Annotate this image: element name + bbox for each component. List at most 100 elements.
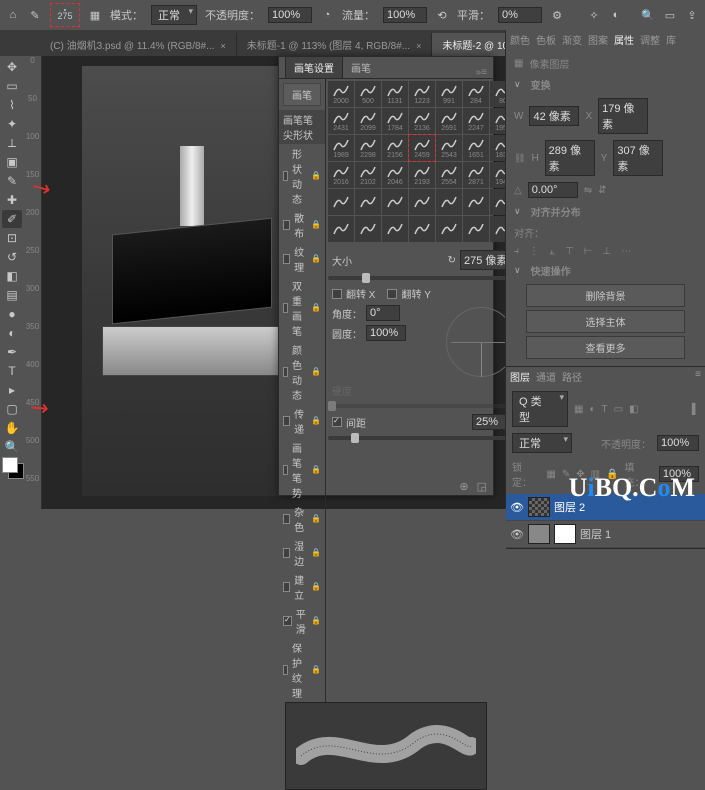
lock-icon[interactable]: 🔒 bbox=[311, 616, 321, 626]
share-icon[interactable]: ⇪ bbox=[685, 8, 699, 22]
doc-tab-0[interactable]: (C) 油烟机3.psd @ 11.4% (RGB/8#...× bbox=[40, 33, 237, 56]
brush-thumb[interactable]: 2871 bbox=[463, 162, 489, 188]
filter-toggle[interactable]: ▌ bbox=[692, 404, 699, 415]
align-left-icon[interactable]: ⫞ bbox=[514, 246, 519, 257]
lock-icon[interactable]: 🔒 bbox=[311, 665, 321, 675]
option-checkbox[interactable] bbox=[283, 616, 292, 626]
lock-icon[interactable]: 🔒 bbox=[311, 303, 321, 313]
brush-tip-btn[interactable]: 画笔 bbox=[283, 83, 321, 106]
brush-thumb[interactable] bbox=[463, 189, 489, 215]
type-tool[interactable]: T bbox=[2, 362, 22, 380]
spacing-checkbox[interactable] bbox=[332, 417, 342, 427]
brush-option-row[interactable]: 建立🔒 bbox=[279, 570, 325, 604]
brush-tip-shape[interactable]: 画笔笔尖形状 bbox=[279, 110, 325, 144]
brush-thumb[interactable]: 1784 bbox=[382, 108, 408, 134]
brush-option-row[interactable]: 纹理🔒 bbox=[279, 242, 325, 276]
prop-tab[interactable]: 颜色 bbox=[510, 32, 530, 47]
brush-thumb[interactable]: 2459 bbox=[409, 135, 435, 161]
y-input[interactable]: 307 像素 bbox=[613, 140, 663, 176]
visibility-icon[interactable]: 👁 bbox=[510, 528, 524, 541]
brush-thumb[interactable] bbox=[436, 216, 462, 242]
flow-input[interactable]: 100% bbox=[383, 7, 427, 23]
brush-thumb[interactable]: 2136 bbox=[409, 108, 435, 134]
lock-icon[interactable]: 🔒 bbox=[311, 254, 321, 264]
brush-thumb[interactable]: 2298 bbox=[355, 135, 381, 161]
angle-input[interactable]: 0° bbox=[366, 305, 400, 321]
brush-option-row[interactable]: 杂色🔒 bbox=[279, 502, 325, 536]
tab-paths[interactable]: 路径 bbox=[562, 369, 582, 384]
layer-mask-thumb[interactable] bbox=[554, 524, 576, 544]
option-checkbox[interactable] bbox=[283, 303, 288, 313]
brush-option-row[interactable]: 湿边🔒 bbox=[279, 536, 325, 570]
option-checkbox[interactable] bbox=[283, 665, 288, 675]
option-checkbox[interactable] bbox=[283, 367, 288, 377]
brush-thumb[interactable] bbox=[355, 189, 381, 215]
eraser-tool[interactable]: ◧ bbox=[2, 267, 22, 285]
tab-brushes[interactable]: 画笔 bbox=[343, 57, 379, 78]
panel-menu-icon[interactable]: ≡ bbox=[695, 369, 701, 384]
layer-thumb[interactable] bbox=[528, 497, 550, 517]
brush-thumb[interactable]: 1989 bbox=[328, 135, 354, 161]
brush-thumb[interactable]: 2046 bbox=[382, 162, 408, 188]
lock-icon[interactable]: 🔒 bbox=[311, 367, 321, 377]
prop-tab[interactable]: 库 bbox=[666, 32, 676, 47]
filter-type-icon[interactable]: T bbox=[602, 404, 608, 415]
collapse-icon[interactable]: ∨ bbox=[514, 265, 521, 276]
layer-thumb[interactable] bbox=[528, 524, 550, 544]
size-slider[interactable] bbox=[328, 276, 516, 280]
brush-thumb[interactable]: 991 bbox=[436, 81, 462, 107]
align-hcenter-icon[interactable]: ⋮ bbox=[529, 246, 539, 257]
brush-thumb[interactable]: 2102 bbox=[355, 162, 381, 188]
select-subject-button[interactable]: 选择主体 bbox=[526, 310, 685, 333]
eyedropper-tool[interactable]: ✎ bbox=[2, 172, 22, 190]
flipx-checkbox[interactable] bbox=[332, 289, 342, 299]
brush-thumb[interactable] bbox=[382, 189, 408, 215]
lock-icon[interactable]: 🔒 bbox=[311, 171, 321, 181]
brush-thumb[interactable]: 284 bbox=[463, 81, 489, 107]
lasso-tool[interactable]: ⌇ bbox=[2, 96, 22, 114]
flip-v-icon[interactable]: ⇵ bbox=[598, 185, 606, 196]
brush-thumb[interactable]: 2247 bbox=[463, 108, 489, 134]
workspace-icon[interactable]: ▭ bbox=[663, 8, 677, 22]
brush-tool[interactable]: ✐ bbox=[2, 210, 22, 228]
opacity-input[interactable]: 100% bbox=[268, 7, 312, 23]
history-brush-tool[interactable]: ↺ bbox=[2, 248, 22, 266]
remove-bg-button[interactable]: 删除背景 bbox=[526, 284, 685, 307]
layer-opacity-input[interactable]: 100% bbox=[657, 435, 699, 451]
collapse-icon[interactable]: ∨ bbox=[514, 206, 521, 217]
brush-thumb[interactable]: 2431 bbox=[328, 108, 354, 134]
pen-tool[interactable]: ✒ bbox=[2, 343, 22, 361]
prop-tab[interactable]: 渐变 bbox=[562, 32, 582, 47]
collapse-icon[interactable]: ∨ bbox=[514, 79, 521, 90]
brush-thumb[interactable]: 1223 bbox=[409, 81, 435, 107]
prop-tab[interactable]: 色板 bbox=[536, 32, 556, 47]
link-icon[interactable]: ⛓ bbox=[514, 153, 525, 164]
layer-blend-dropdown[interactable]: 正常 bbox=[512, 433, 572, 453]
filter-smart-icon[interactable]: ◧ bbox=[629, 404, 638, 415]
brush-option-row[interactable]: 散布🔒 bbox=[279, 208, 325, 242]
gradient-tool[interactable]: ▤ bbox=[2, 286, 22, 304]
tab-layers[interactable]: 图层 bbox=[510, 369, 530, 384]
brush-thumb[interactable] bbox=[409, 189, 435, 215]
blur-tool[interactable]: ● bbox=[2, 305, 22, 323]
brush-thumb[interactable] bbox=[382, 216, 408, 242]
filter-pixel-icon[interactable]: ▦ bbox=[574, 404, 583, 415]
brush-option-row[interactable]: 颜色动态🔒 bbox=[279, 340, 325, 404]
layer-filter-dropdown[interactable]: Q 类型 bbox=[512, 391, 568, 427]
smoothing-gear-icon[interactable]: ⚙ bbox=[550, 8, 564, 22]
brush-option-row[interactable]: 双重画笔🔒 bbox=[279, 276, 325, 340]
frame-tool[interactable]: ▣ bbox=[2, 153, 22, 171]
view-more-button[interactable]: 查看更多 bbox=[526, 336, 685, 359]
brush-option-row[interactable]: 传递🔒 bbox=[279, 404, 325, 438]
brush-thumb[interactable] bbox=[355, 216, 381, 242]
pressure-size-icon[interactable]: ◐ bbox=[609, 8, 623, 22]
home-icon[interactable]: ⌂ bbox=[6, 8, 20, 22]
brush-thumb[interactable] bbox=[328, 189, 354, 215]
layer-name[interactable]: 图层 1 bbox=[580, 526, 611, 542]
layer-row[interactable]: 👁 图层 1 bbox=[506, 521, 705, 548]
heal-tool[interactable]: ✚ bbox=[2, 191, 22, 209]
brush-thumb[interactable]: 2193 bbox=[409, 162, 435, 188]
dodge-tool[interactable]: ◐ bbox=[2, 324, 22, 342]
airbrush-icon[interactable]: ⟲ bbox=[435, 8, 449, 22]
close-icon[interactable]: × bbox=[416, 41, 421, 51]
